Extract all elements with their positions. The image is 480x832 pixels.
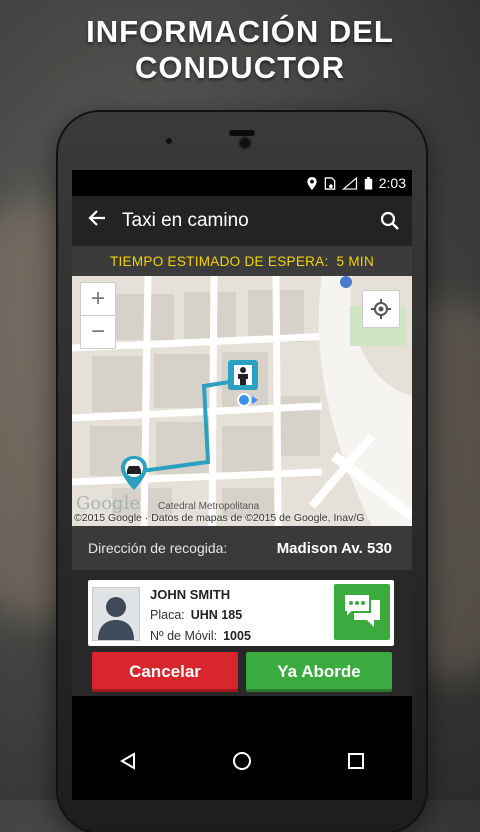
avatar [92, 587, 140, 641]
back-button[interactable] [72, 208, 122, 234]
page-title: Taxi en camino [122, 210, 249, 231]
plate-value: UHN 185 [190, 608, 243, 622]
signal-icon [341, 176, 357, 190]
home-circle-icon [232, 751, 251, 770]
plate-label: Placa: [150, 608, 185, 622]
sim-icon [324, 176, 336, 190]
promo-headline: INFORMACIÓN DEL CONDUCTOR [0, 14, 480, 86]
nav-recents-button[interactable] [347, 752, 365, 775]
driver-info: JOHN SMITH Placa: UHN 185 Nº de Móvil: 100… [150, 584, 251, 647]
recents-square-icon [347, 752, 364, 769]
phone-speaker [229, 130, 255, 136]
arrow-left-icon [88, 210, 105, 226]
wait-time-bar: TIEMPO ESTIMADO DE ESPERA: 5 MIN [72, 246, 412, 276]
zoom-in-button[interactable]: + [81, 283, 115, 315]
zoom-controls: + − [80, 282, 116, 349]
status-bar: 2:03 [72, 170, 412, 196]
wait-time-label: TIEMPO ESTIMADO DE ESPERA: [109, 253, 329, 269]
pickup-label: Dirección de recogida: [88, 540, 228, 556]
taxi-icon [121, 456, 147, 490]
aboard-button[interactable]: Ya Aborde [246, 652, 392, 692]
mobile-label: Nº de Móvil: [150, 629, 218, 643]
driver-panel: JOHN SMITH Placa: UHN 185 Nº de Móvil: 100… [72, 570, 412, 696]
search-icon [380, 211, 399, 230]
map-view[interactable]: + − Google Catedral Metropolitana ©2015 … [72, 276, 412, 526]
driver-name: JOHN SMITH [150, 587, 231, 602]
chat-bubbles-icon [343, 593, 380, 627]
nav-back-button[interactable] [119, 751, 137, 775]
headline-line-1: INFORMACIÓN DEL [86, 14, 394, 49]
phone-camera [238, 136, 252, 150]
driver-card: JOHN SMITH Placa: UHN 185 Nº de Móvil: 100… [88, 580, 394, 646]
wait-time-value: 5 MIN [336, 253, 375, 269]
search-button[interactable] [368, 211, 412, 231]
place-label: Catedral Metropolitana [158, 501, 260, 512]
crosshair-icon [371, 299, 391, 319]
status-time: 2:03 [378, 175, 406, 191]
cancel-button[interactable]: Cancelar [92, 652, 238, 692]
pickup-value: Madison Av. 530 [276, 539, 392, 557]
battery-icon [364, 176, 372, 190]
app-bar: Taxi en camino [72, 196, 412, 246]
map-copyright: ©2015 Google · Datos de mapas de ©2015 d… [74, 512, 365, 524]
back-triangle-icon [120, 751, 136, 770]
phone-sensor [166, 138, 172, 144]
zoom-out-button[interactable]: − [81, 315, 115, 348]
system-nav-bar [72, 726, 412, 800]
message-driver-button[interactable] [334, 584, 390, 640]
location-icon [307, 176, 317, 190]
headline-line-2: CONDUCTOR [135, 50, 345, 85]
phone-screen: 2:03 Taxi en camino TIEMPO ESTIMADO DE E… [72, 170, 412, 800]
my-location-button[interactable] [362, 290, 400, 328]
pickup-address-bar: Dirección de recogida: Madison Av. 530 [72, 526, 412, 570]
nav-home-button[interactable] [232, 751, 252, 776]
taxi-marker[interactable] [120, 456, 148, 490]
google-logo: Google [76, 493, 140, 514]
mobile-value: 1005 [223, 629, 251, 643]
passenger-marker[interactable] [228, 360, 258, 390]
person-icon [234, 365, 252, 385]
person-silhouette-icon [98, 597, 134, 640]
